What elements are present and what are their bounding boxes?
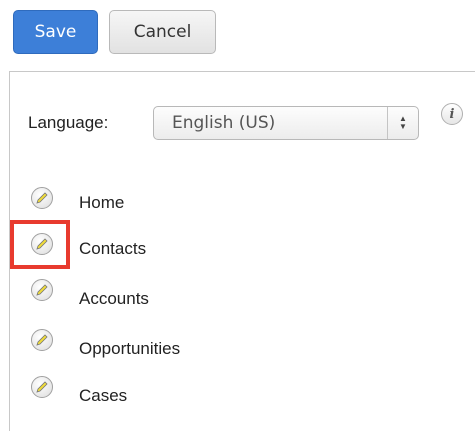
- language-select[interactable]: English (US) ▲ ▼: [153, 106, 419, 140]
- up-down-arrows-icon: ▲ ▼: [399, 114, 407, 131]
- pencil-icon[interactable]: [31, 329, 53, 351]
- module-label: Home: [79, 193, 125, 212]
- module-label: Accounts: [79, 289, 149, 308]
- pencil-icon[interactable]: [31, 279, 53, 301]
- language-label: Language:: [28, 113, 109, 132]
- module-label: Contacts: [79, 239, 147, 258]
- pencil-icon[interactable]: [31, 187, 53, 209]
- highlight-box: [10, 220, 70, 269]
- cancel-button[interactable]: Cancel: [109, 10, 216, 54]
- module-label: Opportunities: [79, 339, 181, 358]
- module-label: Cases: [79, 386, 128, 405]
- info-icon[interactable]: i: [441, 103, 463, 125]
- language-select-value: English (US): [172, 113, 276, 133]
- save-button[interactable]: Save: [13, 10, 98, 54]
- pencil-icon[interactable]: [31, 376, 53, 398]
